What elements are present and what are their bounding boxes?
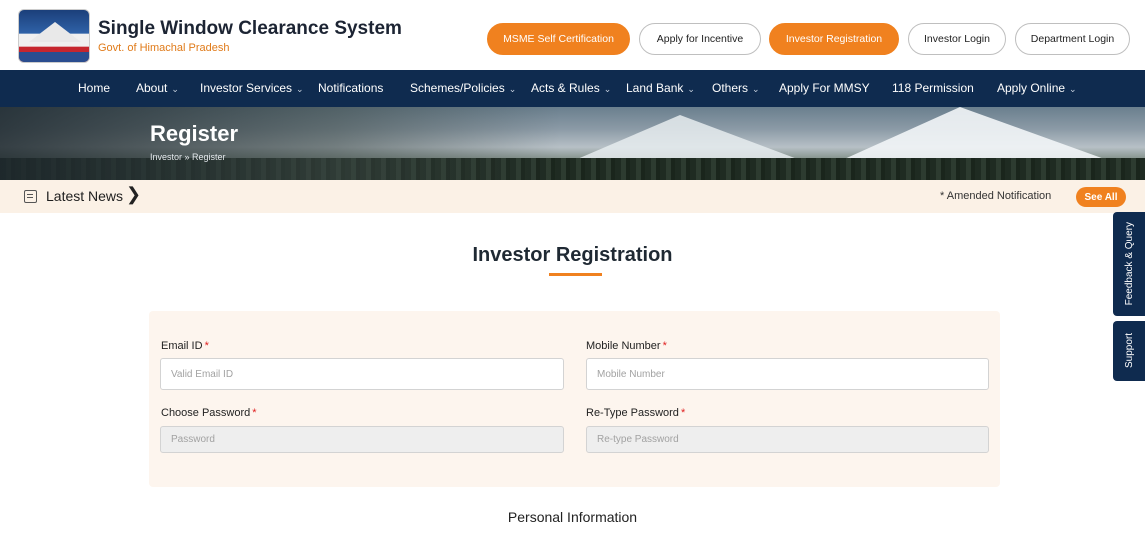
nav-item-others[interactable]: Others ⌄	[712, 70, 760, 107]
chevron-down-icon: ⌄	[171, 84, 179, 94]
nav-item-label: Apply Online	[997, 81, 1066, 95]
required-marker: *	[680, 407, 686, 419]
site-title[interactable]: Single Window Clearance System	[98, 18, 402, 40]
chevron-down-icon: ⌄	[687, 84, 695, 94]
news-ticker-item[interactable]: * Amended Notification	[940, 190, 1051, 202]
chevron-down-icon: ⌄	[752, 84, 760, 94]
nav-item-118-permission[interactable]: 118 Permission	[892, 70, 974, 107]
chevron-down-icon: ⌄	[508, 84, 517, 94]
mobile-number-field[interactable]	[586, 358, 989, 390]
chevron-down-icon: ⌄	[1069, 84, 1077, 94]
page-title: Register	[150, 121, 239, 146]
retype-password-label: Re-Type Password *	[586, 407, 685, 419]
latest-news-bar: Latest News ❯ * Amended Notification See…	[0, 180, 1145, 213]
form-title: Investor Registration	[472, 244, 673, 266]
nav-item-label: Schemes/Policies	[410, 81, 505, 95]
nav-item-home[interactable]: Home	[78, 70, 110, 107]
see-all-button[interactable]: See All	[1076, 187, 1126, 207]
chevron-right-icon: ❯	[126, 184, 142, 204]
site-subtitle: Govt. of Himachal Pradesh	[98, 42, 230, 54]
nav-item-schemes-policies[interactable]: Schemes/Policies ⌄	[410, 70, 516, 107]
retype-password-field[interactable]	[586, 426, 989, 453]
email-field[interactable]	[160, 358, 564, 390]
support-label: Support	[1123, 333, 1135, 369]
password-field[interactable]	[160, 426, 564, 453]
mobile-label: Mobile Number *	[586, 340, 667, 352]
site-header: Single Window Clearance System Govt. of …	[0, 0, 1145, 70]
nav-item-label: Acts & Rules	[531, 81, 600, 95]
apply-for-incentive-button[interactable]: Apply for Incentive	[639, 23, 761, 55]
nav-item-land-bank[interactable]: Land Bank ⌄	[626, 70, 695, 107]
chevron-down-icon: ⌄	[296, 84, 304, 94]
nav-item-apply-online[interactable]: Apply Online ⌄	[997, 70, 1077, 107]
title-underline	[549, 273, 602, 276]
nav-item-acts-rules[interactable]: Acts & Rules ⌄	[531, 70, 611, 107]
breadcrumb[interactable]: Investor » Register	[150, 152, 226, 162]
support-tab[interactable]: Support	[1113, 321, 1145, 381]
nav-item-label: Apply For MMSY	[779, 81, 870, 95]
mobile-label-text: Mobile Number	[586, 340, 661, 352]
nav-item-label: Land Bank	[626, 81, 684, 95]
email-label-text: Email ID	[161, 340, 203, 352]
nav-item-label: Others	[712, 81, 749, 95]
state-emblem-logo[interactable]	[18, 9, 90, 63]
required-marker: *	[252, 407, 257, 419]
nav-item-label: About	[136, 81, 168, 95]
required-marker: *	[662, 340, 667, 352]
investor-registration-button[interactable]: Investor Registration	[769, 23, 899, 55]
nav-item-notifications[interactable]: Notifications	[318, 70, 383, 107]
personal-information-heading: Personal Information	[507, 509, 638, 525]
investor-login-button[interactable]: Investor Login	[908, 23, 1006, 55]
registration-form-card: Email ID* Mobile Number* Choose Password…	[149, 311, 1000, 487]
required-marker: *	[204, 340, 209, 352]
msme-self-certification-button[interactable]: MSME Self Certification	[487, 23, 630, 55]
email-label: Email ID *	[161, 340, 209, 352]
nav-item-apply-for-mmsy[interactable]: Apply For MMSY	[779, 70, 870, 107]
nav-item-about[interactable]: About ⌄	[136, 70, 179, 107]
password-label: Choose Password *	[161, 407, 257, 419]
nav-item-label: Home	[78, 81, 111, 95]
main-navbar: Home About ⌄ Investor Services ⌄ Notificat…	[0, 70, 1145, 107]
nav-item-label: 118 Permission	[892, 81, 974, 95]
password-label-text: Choose Password	[161, 407, 251, 419]
department-login-button[interactable]: Department Login	[1015, 23, 1130, 55]
chevron-down-icon: ⌄	[603, 84, 612, 94]
nav-item-label: Notifications	[318, 81, 384, 95]
page-banner: Register Investor » Register	[0, 107, 1145, 180]
latest-news-label: Latest News	[46, 188, 124, 204]
nav-item-label: Investor Services	[200, 81, 293, 95]
newspaper-icon	[24, 190, 37, 203]
nav-item-investor-services[interactable]: Investor Services ⌄	[200, 70, 304, 107]
retype-password-label-text: Re-Type Password	[586, 407, 679, 419]
